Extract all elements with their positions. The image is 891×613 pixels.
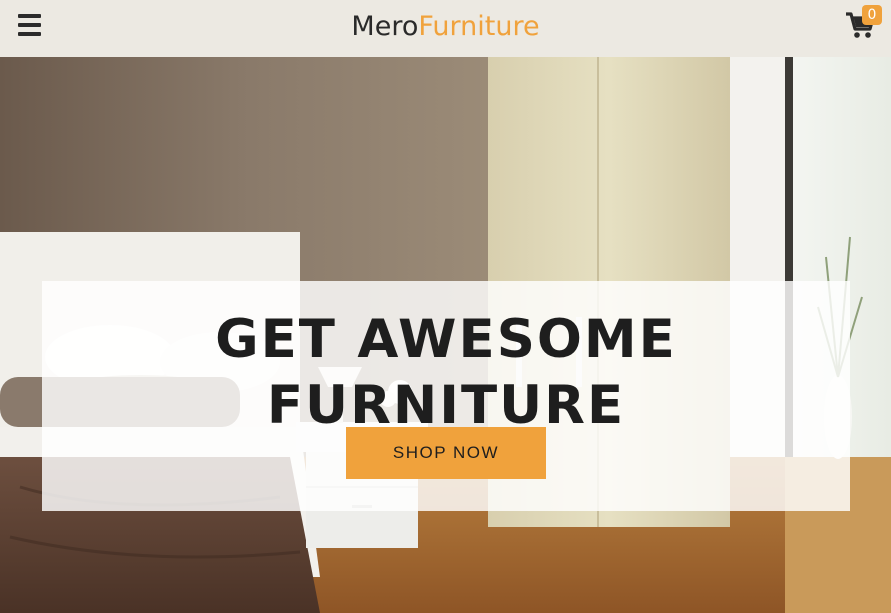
site-logo[interactable]: MeroFurniture — [0, 10, 891, 44]
cart-button[interactable]: 0 — [845, 5, 885, 41]
hero-title: GET AWESOME FURNITURE — [215, 309, 677, 436]
logo-text-furniture: Furniture — [418, 11, 540, 42]
navbar: MeroFurniture 0 — [0, 0, 891, 57]
shop-now-button[interactable]: SHOP NOW — [346, 427, 546, 479]
cart-count-badge: 0 — [862, 5, 882, 25]
hero-banner: GET AWESOME FURNITURE SHOP NOW — [0, 57, 891, 613]
hero-overlay-panel: GET AWESOME FURNITURE SHOP NOW — [42, 281, 850, 511]
logo-text-mero: Mero — [351, 11, 419, 42]
